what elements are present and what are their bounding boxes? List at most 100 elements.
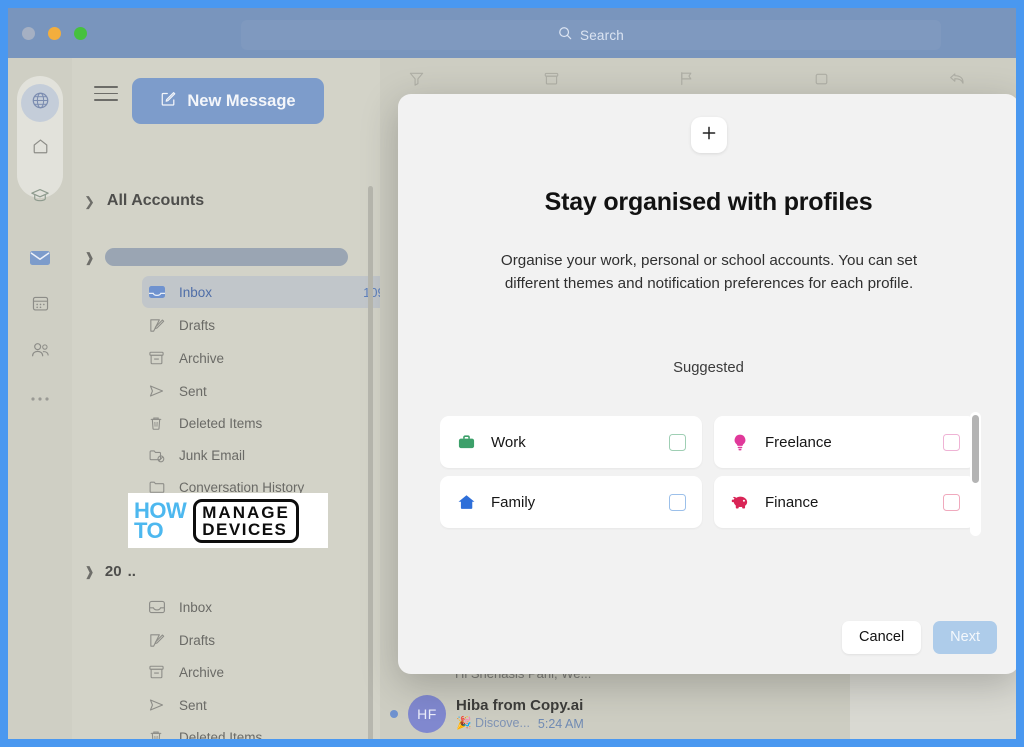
suggested-label: Suggested — [398, 360, 1016, 376]
rail-item-more[interactable] — [24, 382, 56, 414]
scrollbar-thumb[interactable] — [972, 415, 979, 483]
rail-item-globe[interactable] — [21, 84, 59, 122]
account-header-2[interactable]: ❱ 20 .. — [84, 558, 374, 584]
sent-icon — [148, 697, 174, 713]
folder-item-deleted[interactable]: Deleted Items — [148, 407, 380, 439]
folder-label: Sent — [179, 384, 207, 399]
people-icon — [30, 340, 51, 364]
screenshot-root: Search — [0, 0, 1024, 747]
profile-checkbox[interactable] — [943, 494, 960, 511]
profile-checkbox[interactable] — [669, 494, 686, 511]
suggested-list-scrollbar[interactable] — [970, 412, 981, 536]
watermark-howto: HOW TO — [134, 501, 186, 540]
watermark-logo: HOW TO MANAGE DEVICES — [128, 493, 328, 548]
folder-item-deleted-2[interactable]: Deleted Items — [148, 721, 380, 739]
account-name-ellipsis: .. — [128, 563, 136, 580]
junk-icon — [148, 447, 174, 464]
rail-item-home[interactable] — [24, 133, 56, 165]
modal-title: Stay organised with profiles — [398, 188, 1016, 217]
reply-icon[interactable] — [948, 70, 966, 92]
modal-footer: Cancel Next — [398, 600, 1016, 674]
briefcase-icon — [457, 433, 479, 451]
message-subject: 🎉 Discove... — [456, 716, 530, 731]
mail-icon — [29, 249, 51, 272]
inbox-icon — [148, 599, 174, 615]
compose-icon — [160, 90, 177, 112]
folder-label: Inbox — [179, 285, 212, 300]
profile-checkbox[interactable] — [669, 434, 686, 451]
account-header-1[interactable]: ❱ — [84, 244, 374, 270]
calendar-icon — [31, 294, 50, 318]
message-text-block: Hiba from Copy.ai 🎉 Discove... 5:24 AM — [456, 697, 584, 731]
minimize-button[interactable] — [48, 27, 61, 40]
modal-description: Organise your work, personal or school a… — [474, 250, 944, 295]
profile-card-freelance[interactable]: Freelance — [714, 416, 976, 468]
all-accounts-row[interactable]: ❯ All Accounts — [84, 186, 374, 216]
rail-item-people[interactable] — [24, 336, 56, 368]
suggested-profiles-list: Work Freelance — [440, 416, 978, 554]
filter-icon[interactable] — [408, 70, 425, 92]
folder-label: Archive — [179, 665, 224, 680]
profile-card-family[interactable]: Family — [440, 476, 702, 528]
traffic-lights — [22, 27, 87, 40]
chevron-right-icon: ❯ — [84, 195, 95, 208]
hamburger-icon[interactable] — [94, 86, 118, 102]
globe-icon — [31, 91, 50, 115]
folder-item-inbox[interactable]: Inbox 1091 — [142, 276, 380, 308]
folder-label: Drafts — [179, 633, 215, 648]
rail-item-mail[interactable] — [24, 244, 56, 276]
folder-item-inbox-2[interactable]: Inbox 93 — [148, 591, 380, 623]
folder-item-sent[interactable]: Sent 5 — [148, 375, 380, 407]
delete-toolbar-icon[interactable] — [813, 70, 830, 92]
profile-label: Finance — [765, 494, 943, 511]
folder-label: Deleted Items — [179, 416, 262, 431]
account-name-text: 20 — [105, 563, 122, 580]
trash-icon — [148, 729, 174, 740]
piggy-bank-icon — [731, 493, 753, 511]
archive-toolbar-icon[interactable] — [543, 70, 560, 92]
graduation-cap-icon — [30, 185, 50, 210]
next-button[interactable]: Next — [933, 621, 997, 654]
all-accounts-label: All Accounts — [107, 192, 204, 210]
inbox-icon — [148, 284, 174, 300]
app-window: Search — [8, 8, 1016, 739]
folder-item-junk[interactable]: Junk Email 148 — [148, 439, 380, 471]
trash-icon — [148, 415, 174, 432]
rail-item-education[interactable] — [24, 181, 56, 213]
folder-item-drafts-2[interactable]: Drafts 1 — [148, 624, 380, 656]
rail-item-calendar[interactable] — [24, 290, 56, 322]
drafts-icon — [148, 632, 174, 649]
house-icon — [457, 493, 479, 511]
message-list-item[interactable]: HF Hiba from Copy.ai 🎉 Discove... 5:24 A… — [390, 695, 810, 733]
cancel-button[interactable]: Cancel — [842, 621, 921, 654]
profile-card-finance[interactable]: Finance — [714, 476, 976, 528]
folder-pane-scrollbar[interactable] — [368, 186, 373, 739]
profile-checkbox[interactable] — [943, 434, 960, 451]
unread-indicator — [390, 710, 398, 718]
folder-pane: New Message ❯ All Accounts ❱ Inbox — [72, 58, 380, 739]
close-button[interactable] — [22, 27, 35, 40]
folder-label: Deleted Items — [179, 730, 262, 740]
folder-label: Sent — [179, 698, 207, 713]
folder-item-archive-2[interactable]: Archive — [148, 656, 380, 688]
folder-item-sent-2[interactable]: Sent — [148, 689, 380, 721]
flag-icon[interactable] — [678, 70, 695, 92]
maximize-button[interactable] — [74, 27, 87, 40]
folder-item-drafts[interactable]: Drafts — [148, 309, 380, 341]
profiles-modal: Stay organised with profiles Organise yo… — [398, 94, 1016, 674]
search-input[interactable]: Search — [241, 20, 941, 50]
message-time: 5:24 AM — [538, 717, 584, 731]
account-name-2: 20 .. — [105, 563, 136, 580]
chevron-down-icon: ❱ — [84, 251, 95, 264]
search-placeholder: Search — [580, 28, 624, 43]
watermark-line3: MANAGE — [202, 504, 290, 521]
folder-item-archive[interactable]: Archive — [148, 342, 380, 374]
watermark-box: MANAGE DEVICES — [193, 499, 299, 543]
message-subject-row: 🎉 Discove... 5:24 AM — [456, 716, 584, 731]
new-message-button[interactable]: New Message — [132, 78, 324, 124]
profile-card-work[interactable]: Work — [440, 416, 702, 468]
add-profile-button[interactable] — [691, 117, 727, 153]
archive-icon — [148, 664, 174, 680]
new-message-label: New Message — [187, 92, 295, 111]
message-sender: Hiba from Copy.ai — [456, 697, 584, 714]
